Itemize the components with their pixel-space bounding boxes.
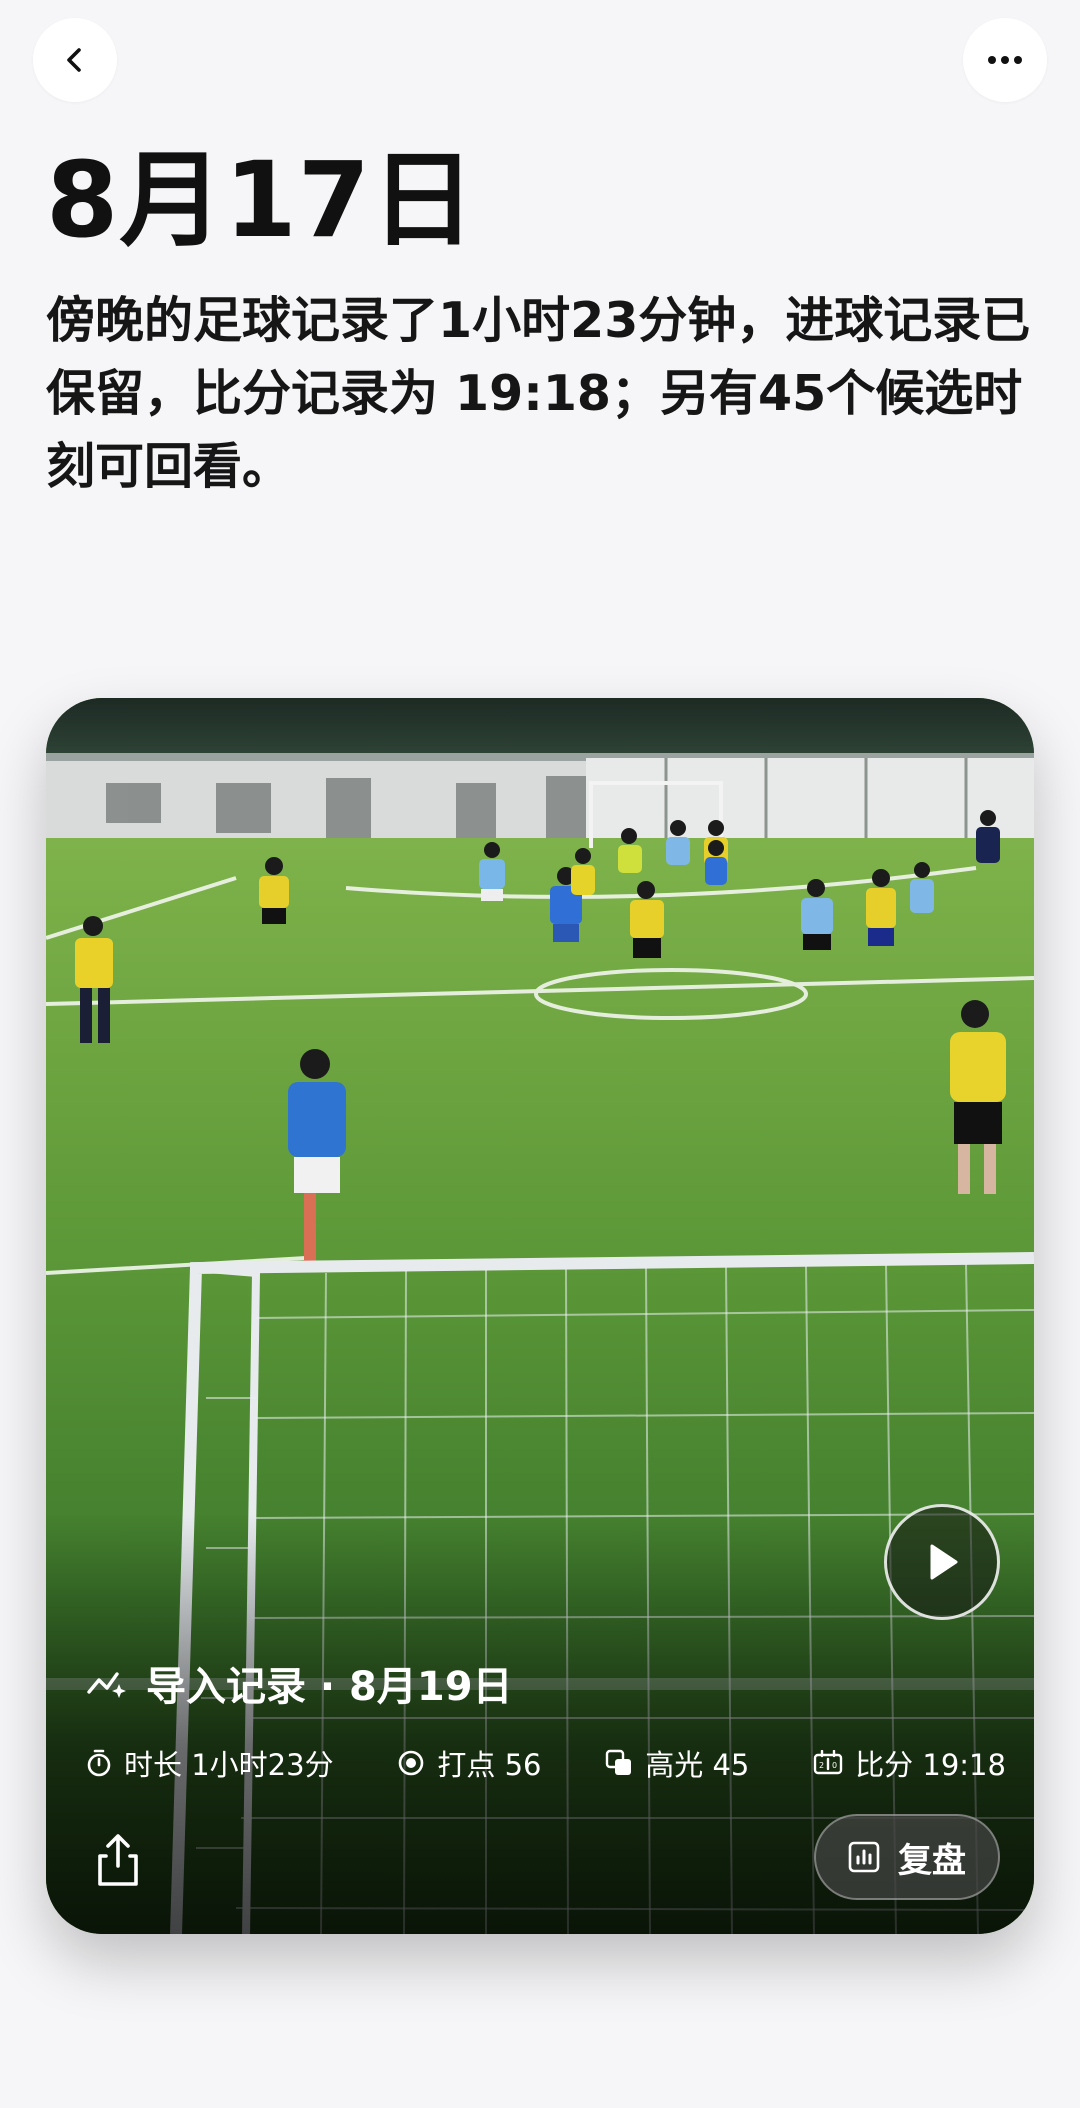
stat-duration-label: 时长 1小时23分 [124,1748,334,1782]
import-record-row: 导入记录 · 8月19日 [86,1654,513,1712]
stat-highlights: 高光 45 [605,1742,749,1784]
screen: 8月17日 傍晚的足球记录了1小时23分钟，进球记录已保留，比分记录为 19:1… [0,0,1080,2108]
report-chart-icon [848,1841,880,1873]
chevron-left-icon [67,48,81,72]
svg-text:2: 2 [819,1761,824,1770]
svg-text:0: 0 [832,1761,837,1770]
review-button-label: 复盘 [898,1840,966,1881]
stat-highlights-label: 高光 45 [645,1748,750,1782]
share-icon [98,1834,138,1886]
play-button[interactable] [884,1504,1000,1620]
share-button[interactable] [90,1828,146,1892]
play-icon [930,1544,958,1580]
more-button[interactable] [963,18,1047,102]
scoreboard-icon: 2 0 [813,1750,843,1775]
trend-sparkle-icon [87,1672,126,1698]
import-record-label: 导入记录 · 8月19日 [146,1664,513,1710]
stat-score-label: 比分 19:18 [855,1748,1006,1782]
stats-row: 时长 1小时23分 打点 56 高光 45 2 0 比分 19:18 [86,1742,1006,1784]
highlights-icon [606,1749,632,1775]
target-icon [399,1750,424,1776]
page-title: 8月17日 [46,139,477,261]
stat-score: 2 0 比分 19:18 [813,1742,1006,1784]
ellipsis-icon [988,56,1022,64]
stat-duration: 时长 1小时23分 [86,1742,334,1784]
review-button[interactable]: 复盘 [814,1814,1000,1900]
timer-icon [87,1749,111,1777]
stat-marks-label: 打点 56 [437,1748,542,1782]
stat-marks: 打点 56 [397,1742,541,1784]
summary-text: 傍晚的足球记录了1小时23分钟，进球记录已保留，比分记录为 19:18；另有45… [46,292,1031,495]
back-button[interactable] [33,18,117,102]
match-card[interactable]: 导入记录 · 8月19日 时长 1小时23分 打点 56 高光 45 2 0 比… [46,698,1034,1934]
